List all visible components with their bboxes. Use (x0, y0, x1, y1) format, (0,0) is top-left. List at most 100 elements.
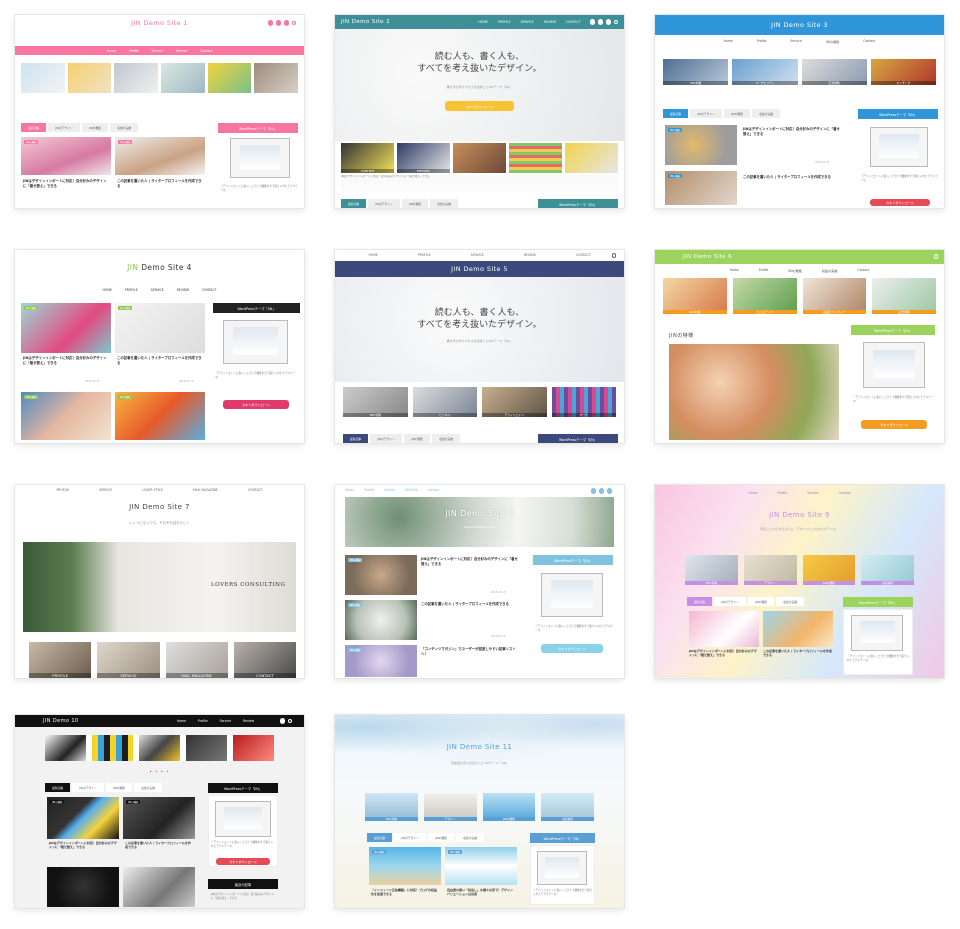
category-tiles[interactable]: SEO対策 ビジュアップ 商品をプッチャー 広告戦略 (663, 278, 936, 314)
download-button[interactable]: 今すぐダウンロード (541, 644, 603, 653)
section-heading: JINの特徴 (669, 333, 694, 339)
menu-tiles[interactable]: PROFILE SERVICE MAIL MAGAZINE CONTACT (29, 642, 296, 678)
pickup-row[interactable] (21, 63, 299, 93)
post-image[interactable]: JINの機能 (115, 303, 205, 353)
category-tiles[interactable]: SEO対策 デザイン JINの機能 収益事例 (365, 793, 594, 821)
category-tiles[interactable]: SEO対策 デザイン JINの機能 収益事例 (685, 555, 914, 585)
post-image[interactable]: JINの機能 (47, 797, 119, 839)
global-nav[interactable]: Home Profile JINの機能 収益の実績 Contact (655, 264, 944, 276)
site-title: JIN Demo Site 7 (129, 503, 190, 511)
social-icons[interactable] (267, 20, 296, 26)
nav-item[interactable]: Service (176, 49, 187, 53)
demo-site-9-thumbnail[interactable]: Home Profile Service Contact JIN Demo Site … (655, 485, 944, 678)
site-title: JIN Demo Site 8 (445, 509, 514, 518)
post-image[interactable]: JINの機能 (21, 137, 111, 175)
post-image[interactable]: JINの機能 (115, 392, 205, 440)
post-image[interactable]: JINの機能 (21, 392, 111, 440)
pickup-slider[interactable]: CONTENT ERTISING (341, 143, 618, 173)
post-image[interactable]: JINの機能 (665, 125, 737, 165)
pickup-row[interactable] (45, 735, 274, 761)
post-image[interactable]: JINの機能 (123, 797, 195, 839)
header-image: JIN Demo Site 8 Digital Design & Life (345, 497, 614, 547)
post-image[interactable] (47, 867, 119, 907)
site-title: JIN Demo Site 5 (451, 265, 508, 273)
global-nav[interactable]: Home Profile Service REVIEW Contact (345, 485, 439, 495)
download-button[interactable]: 今すぐダウンロード (861, 420, 927, 429)
global-nav[interactable]: Home Profile Service JINの機能 Contact (655, 37, 944, 45)
post-image[interactable] (689, 611, 759, 647)
global-nav[interactable]: PROFILE SERVICE LOVER STYLE MAIL MAGAZINE CO… (15, 485, 304, 495)
demo-site-6-thumbnail[interactable]: JIN Demo Site 6 Home Profile JINの機能 収益の実績 Co… (655, 250, 944, 443)
download-button[interactable]: 今すぐダウンロード (223, 400, 289, 409)
post-image[interactable]: JINの機能 (369, 847, 441, 885)
nav-item[interactable]: Service (151, 49, 162, 53)
post-image[interactable]: JINの機能 (21, 303, 111, 353)
post-title[interactable]: JINはデザインインポートに対応！自分好みのデザインに「着せ替え」できる (23, 179, 108, 189)
download-button[interactable]: 今すぐダウンロード (870, 199, 930, 206)
hero-section: 読む人も、書く人も、 すべてを考え抜いたデザイン。 書き手の作りやすさを追求したW… (335, 29, 624, 141)
global-nav[interactable]: HOME PROFILE SERVICE REVIEW CONTACT (455, 15, 604, 29)
category-tabs[interactable]: 最新記事 JINのデザイン JINの機能 収益の実績 (343, 434, 533, 443)
search-icon[interactable] (611, 253, 616, 258)
post-image[interactable]: JINの機能 (115, 137, 205, 175)
hero-section: 読む人も、書く人も、 すべてを考え抜いたデザイン。 書き手の作りやすさを追求したW… (335, 277, 624, 382)
global-nav[interactable]: Home Profile Service Contact (655, 489, 944, 497)
category-tiles[interactable]: SEO対策 ビジネス アフィリエイト マーケ (343, 387, 616, 417)
download-button[interactable]: 今すぐダウンロード (216, 858, 270, 865)
demo-site-4-thumbnail[interactable]: JIN Demo Site 4 HOME PROFILE SERVICE REVIEW… (15, 250, 304, 443)
site-title: JIN Demo Site 2 (341, 19, 391, 25)
download-button[interactable]: 今すぐダウンロード (445, 101, 514, 111)
nav-item[interactable]: Profile (129, 49, 139, 53)
demo-site-gallery: JIN Demo Site 1 Home Profile Service Servic… (0, 0, 960, 929)
post-image[interactable]: JINの機能 (345, 600, 417, 640)
site-title: JIN Demo Site 11 (446, 743, 513, 751)
global-nav[interactable]: Home Profile Service Service Contact (15, 46, 304, 55)
site-title: JIN Demo Site 3 (771, 21, 828, 29)
site-title: JIN Demo Site 1 (131, 19, 188, 27)
category-tabs[interactable]: 最新記事 JINのデザイン JINの機能 収益の実績 (663, 109, 853, 118)
site-title: JIN Demo 10 (43, 718, 79, 724)
theme-mockup (230, 138, 290, 178)
demo-site-8-thumbnail[interactable]: Home Profile Service REVIEW Contact JIN Demo… (335, 485, 624, 678)
post-image[interactable]: JINの機能 (445, 847, 517, 885)
post-image[interactable]: JINの機能 (345, 555, 417, 595)
demo-site-11-thumbnail[interactable]: JIN Demo Site 11 自由度の高さを生かした WPテーマ「JIN」 … (335, 715, 624, 908)
category-tabs[interactable]: 最新記事 JINのデザイン JINの機能 収益の実績 (341, 199, 531, 208)
slider-captions: JINはデザインインポートに対応！自分好みのデザインに「着せ替え」できる (341, 175, 618, 191)
category-tiles[interactable]: SEO対策 ユーザビリティ 広告戦略 マッチング (663, 59, 936, 85)
site-title: JIN Demo Site 4 (127, 262, 192, 272)
post-image[interactable]: JINの機能 (665, 171, 737, 205)
category-tabs[interactable]: 最新記事 JINのデザイン JINの機能 収益の実績 (21, 123, 211, 132)
category-tabs[interactable]: 最新記事 JINのデザイン JINの機能 収益の実績 (367, 833, 517, 842)
post-title[interactable]: この記事を書いた人 | ライタープロフィールを作成できる (117, 179, 202, 189)
search-icon[interactable] (291, 20, 296, 25)
global-nav[interactable]: Home Profile Service Review (155, 715, 276, 727)
site-title: JIN Demo Site 6 (683, 254, 733, 260)
search-icon[interactable] (933, 254, 938, 259)
demo-site-5-thumbnail[interactable]: HOME PROFILE SERVICE REVIEW CONTACT JIN Demo… (335, 250, 624, 443)
demo-site-3-thumbnail[interactable]: JIN Demo Site 3 Home Profile Service JINの機能… (655, 15, 944, 208)
post-image[interactable]: JINの機能 (345, 645, 417, 677)
search-icon[interactable] (613, 19, 618, 24)
featured-image[interactable] (669, 344, 839, 440)
demo-site-1-thumbnail[interactable]: JIN Demo Site 1 Home Profile Service Servic… (15, 15, 304, 208)
hero-heading: 読む人も、書く人も、 すべてを考え抜いたデザイン。 (417, 308, 542, 330)
post-image[interactable] (123, 867, 195, 907)
social-icons[interactable] (589, 19, 618, 25)
nav-item[interactable]: Contact (200, 49, 212, 53)
category-tabs[interactable]: 最新記事 JINのデザイン JINの機能 収益の実績 (687, 597, 837, 606)
search-icon[interactable] (287, 718, 292, 723)
global-nav[interactable]: HOME PROFILE SERVICE REVIEW CONTACT (15, 286, 304, 294)
global-nav[interactable]: HOME PROFILE SERVICE REVIEW CONTACT (335, 250, 624, 260)
demo-site-2-thumbnail[interactable]: JIN Demo Site 2 HOME PROFILE SERVICE REVIEW… (335, 15, 624, 208)
widget-title: WordPressテーマ「JIN」 (218, 123, 298, 133)
demo-site-10-thumbnail[interactable]: JIN Demo 10 Home Profile Service Review • •… (15, 715, 304, 908)
hero-heading: 読む人も、書く人も、 すべてを考え抜いたデザイン。 (417, 52, 542, 74)
hero-image: LOVERS CONSULTING (23, 542, 296, 632)
nav-item[interactable]: Home (107, 49, 116, 53)
social-icons[interactable] (590, 488, 612, 494)
category-tabs[interactable]: 最新記事 JINのデザイン JINの機能 収益の実績 (45, 783, 205, 792)
demo-site-7-thumbnail[interactable]: PROFILE SERVICE LOVER STYLE MAIL MAGAZINE CO… (15, 485, 304, 678)
site-title: JIN Demo Site 9 (769, 511, 830, 519)
post-image[interactable] (763, 611, 833, 647)
